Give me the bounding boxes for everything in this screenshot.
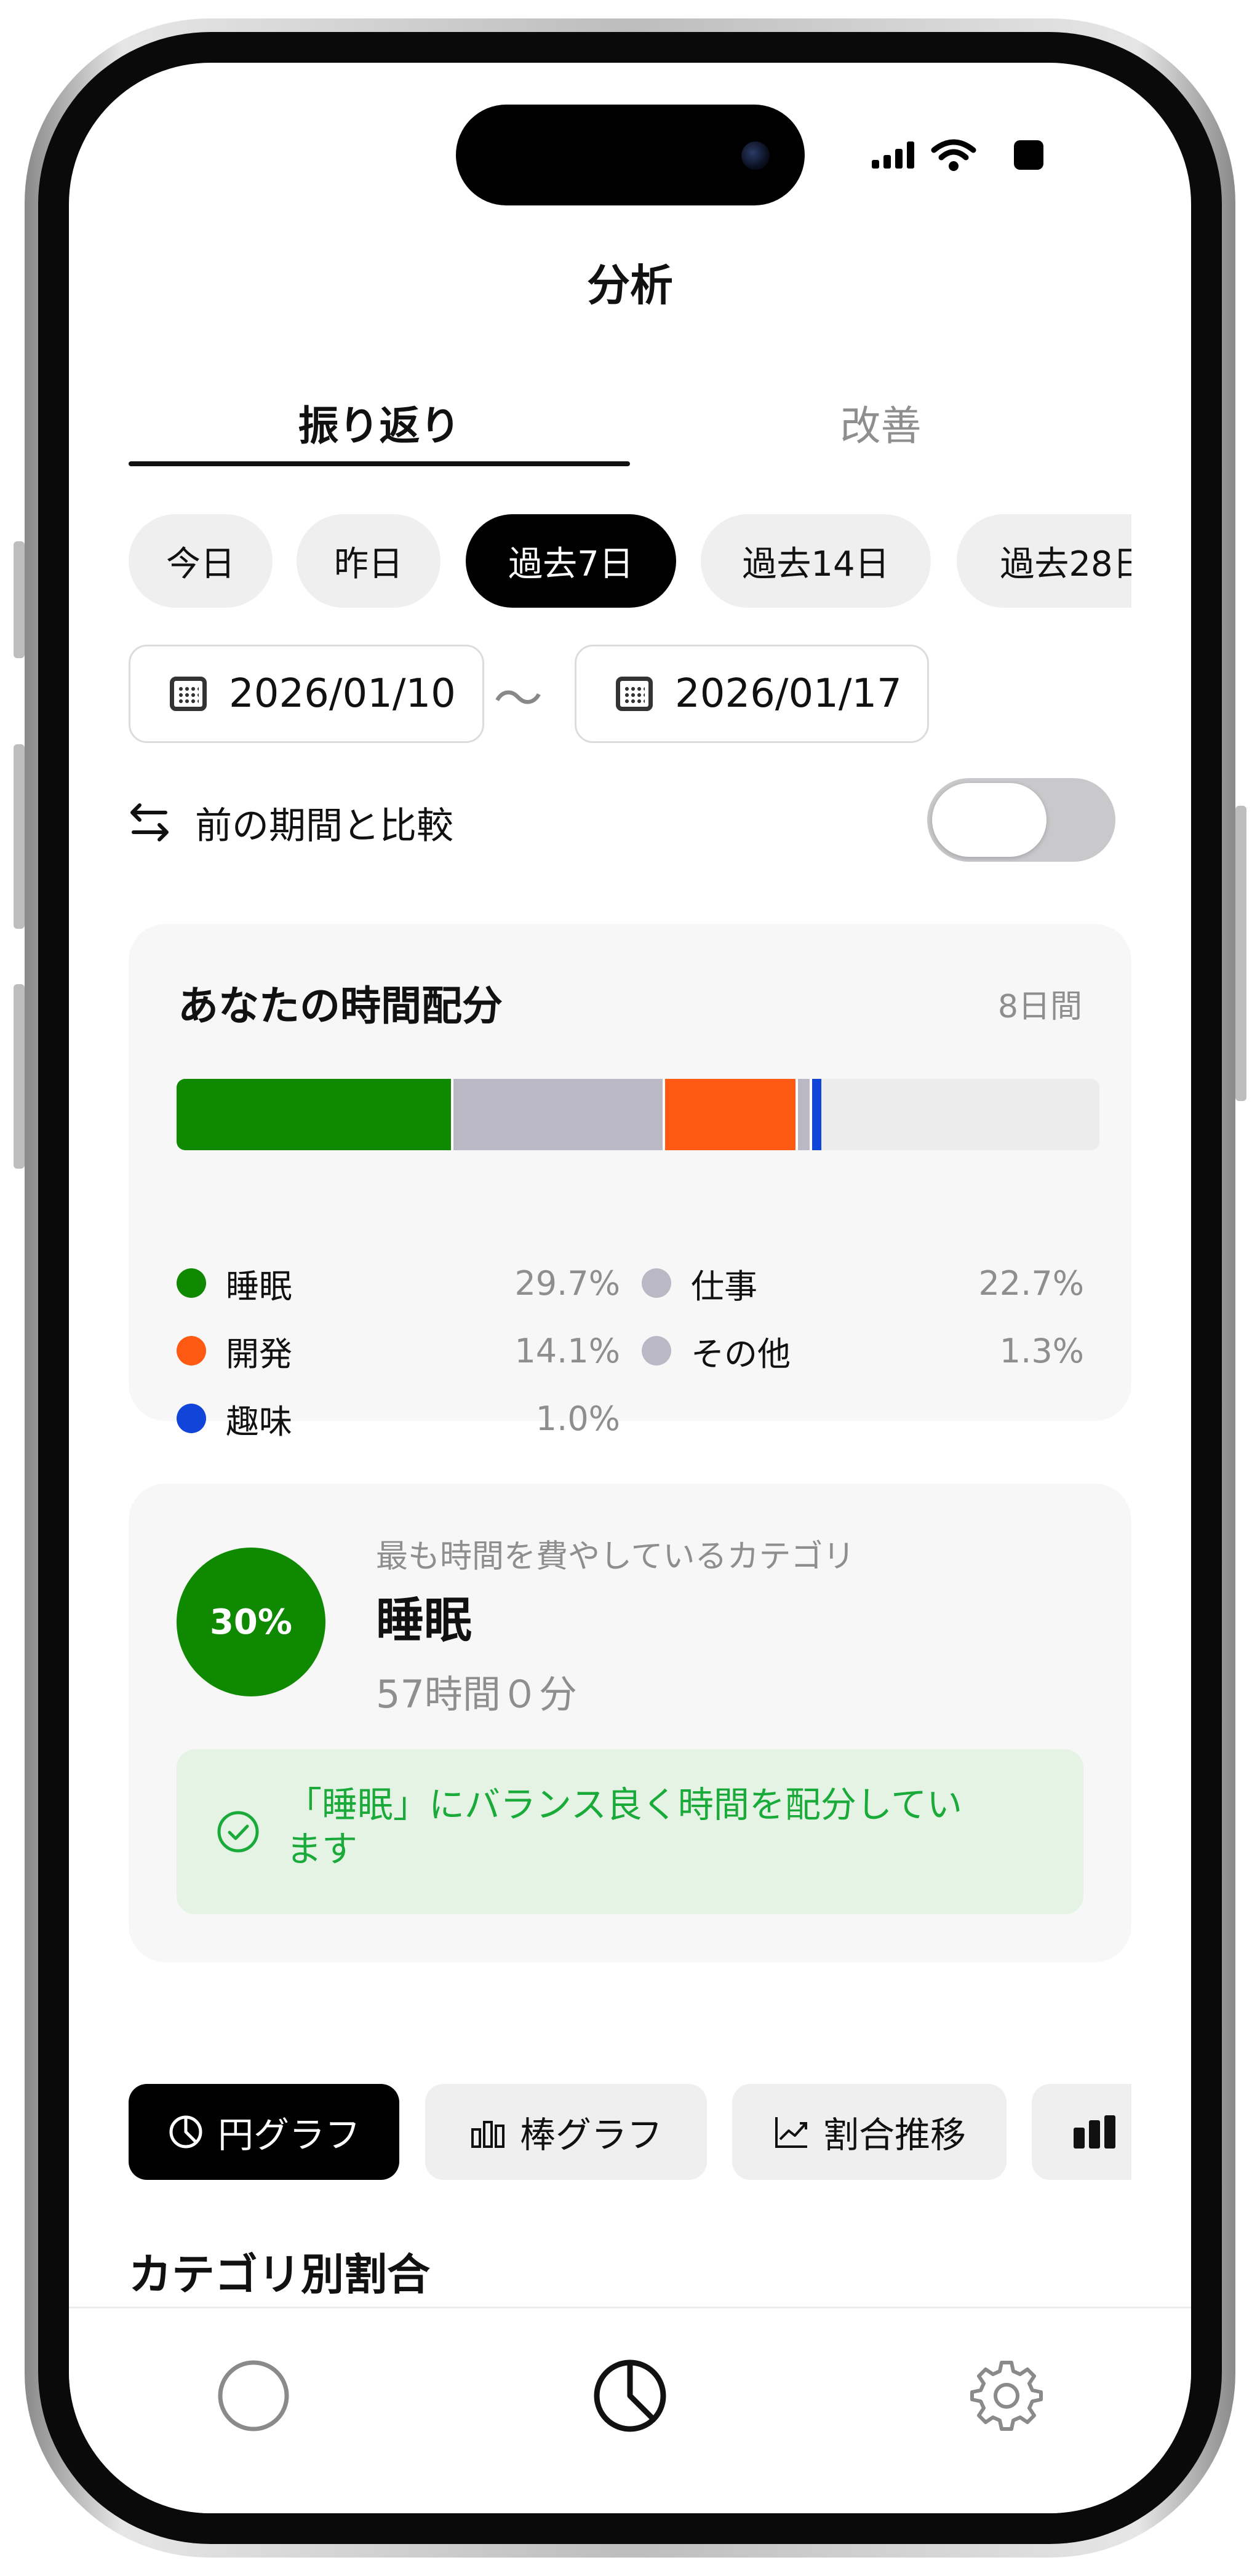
circle-icon[interactable] (215, 2358, 292, 2434)
pie-chart-icon (169, 2115, 202, 2149)
graph-tab-label: 棒グラフ (519, 2114, 663, 2156)
bar-segment-other (797, 1079, 812, 1150)
legend-label: 仕事 (691, 1266, 757, 1306)
graph-type-tabs[interactable]: 円グラフ 棒グラフ 割合推移 (129, 2084, 1131, 2180)
compare-label: 前の期間と比較 (195, 804, 453, 848)
bar-segment-sleep (177, 1079, 453, 1150)
time-allocation-card: あなたの時間配分 8日間 睡眠 29.7% 仕事 22.7% 開発 14.1% … (129, 924, 1131, 1441)
bar-chart-icon (471, 2121, 504, 2148)
legend-label: その他 (691, 1334, 791, 1373)
check-circle-icon (217, 1811, 259, 1853)
bottom-tab-bar (69, 2307, 1191, 2513)
graph-tab-stacked[interactable] (1032, 2084, 1131, 2180)
pie-chart-icon[interactable] (592, 2358, 668, 2434)
end-date-field[interactable]: 2026/01/17 (575, 645, 929, 743)
legend-item-sleep: 睡眠 (177, 1258, 292, 1308)
tab-improve[interactable]: 改善 (630, 383, 1131, 463)
calendar-icon (616, 677, 653, 711)
cellular-signal-icon (872, 141, 914, 169)
sleep-color-dot (177, 1268, 206, 1298)
volume-up-button (14, 744, 25, 929)
graph-tab-bar[interactable]: 棒グラフ (425, 2084, 707, 2180)
wifi-icon (931, 139, 976, 171)
bar-segment-work (453, 1079, 665, 1150)
review-improve-tabs: 振り返り 改善 (129, 383, 1131, 475)
graph-tab-trend[interactable]: 割合推移 (732, 2084, 1007, 2180)
trend-chart-icon (775, 2117, 807, 2148)
camera-icon (741, 141, 770, 170)
start-date-value: 2026/01/10 (229, 671, 456, 717)
bar-segment-hobby (811, 1079, 821, 1150)
graph-tab-label: 円グラフ (217, 2114, 361, 2156)
date-range-separator: 〜 (493, 670, 543, 728)
graph-tab-label: 割合推移 (823, 2114, 966, 2156)
legend-value: 1.3% (999, 1331, 1084, 1370)
stacked-bar-icon (1074, 2115, 1115, 2149)
page-title: 分析 (587, 260, 673, 311)
period-chip-row[interactable]: 今日 昨日 過去7日 過去14日 過去28日 (129, 514, 1131, 608)
balance-message: 「睡眠」にバランス良く時間を配分してい ます (177, 1749, 1083, 1914)
allocation-period: 8日間 (997, 988, 1082, 1025)
chip-yesterday[interactable]: 昨日 (297, 514, 441, 608)
swap-arrows-icon (130, 803, 169, 841)
legend-label: 睡眠 (226, 1266, 292, 1306)
chip-today[interactable]: 今日 (129, 514, 273, 608)
legend-item-other: その他 (642, 1326, 791, 1375)
top-category-percent: 30% (177, 1548, 325, 1696)
allocation-title: あなたの時間配分 (178, 982, 503, 1030)
graph-tab-pie[interactable]: 円グラフ (129, 2084, 399, 2180)
top-category-time: 57時間０分 (376, 1672, 577, 1717)
chip-last-28-days[interactable]: 過去28日 (957, 514, 1131, 608)
hobby-color-dot (177, 1404, 206, 1433)
top-category-card: 30% 最も時間を費やしているカテゴリ 睡眠 57時間０分 「睡眠」にバランス良… (129, 1484, 1131, 1962)
legend-item-dev: 開発 (177, 1326, 292, 1375)
end-date-value: 2026/01/17 (675, 671, 902, 717)
other-color-dot (642, 1336, 671, 1366)
chip-last-7-days[interactable]: 過去7日 (466, 514, 676, 608)
active-tab-indicator (129, 461, 630, 466)
balance-message-line: ます (286, 1828, 358, 1870)
gear-icon[interactable] (968, 2358, 1045, 2434)
screen: 分析 振り返り 改善 今日 昨日 過去7日 過去14日 過去28日 2026/0… (69, 63, 1191, 2513)
balance-message-text: 「睡眠」にバランス良く時間を配分してい ます (286, 1783, 963, 1871)
legend-value: 29.7% (514, 1263, 620, 1303)
top-category-name: 睡眠 (376, 1593, 472, 1648)
volume-down-button (14, 984, 25, 1169)
battery-icon (1014, 140, 1043, 170)
legend-value: 22.7% (978, 1263, 1084, 1303)
legend-label: 開発 (226, 1334, 292, 1373)
work-color-dot (642, 1268, 671, 1298)
legend-item-work: 仕事 (642, 1258, 757, 1308)
legend-value: 1.0% (535, 1399, 620, 1438)
toggle-knob (932, 783, 1047, 857)
dev-color-dot (177, 1336, 206, 1366)
power-button (1235, 806, 1246, 1101)
legend-label: 趣味 (226, 1402, 292, 1441)
top-category-subtitle: 最も時間を費やしているカテゴリ (376, 1538, 855, 1575)
status-bar (872, 137, 1043, 173)
calendar-icon (170, 677, 207, 711)
legend-value: 14.1% (514, 1331, 620, 1370)
action-button (14, 541, 25, 658)
start-date-field[interactable]: 2026/01/10 (129, 645, 484, 743)
chip-last-14-days[interactable]: 過去14日 (701, 514, 931, 608)
compare-previous-period: 前の期間と比較 (129, 782, 453, 862)
tab-review[interactable]: 振り返り (129, 383, 630, 463)
allocation-stacked-bar (177, 1079, 1099, 1150)
section-title: カテゴリ別割合 (129, 2249, 430, 2300)
legend-item-hobby: 趣味 (177, 1394, 292, 1443)
compare-toggle[interactable] (927, 778, 1115, 862)
balance-message-line: 「睡眠」にバランス良く時間を配分してい (286, 1784, 963, 1826)
bar-segment-dev (665, 1079, 798, 1150)
